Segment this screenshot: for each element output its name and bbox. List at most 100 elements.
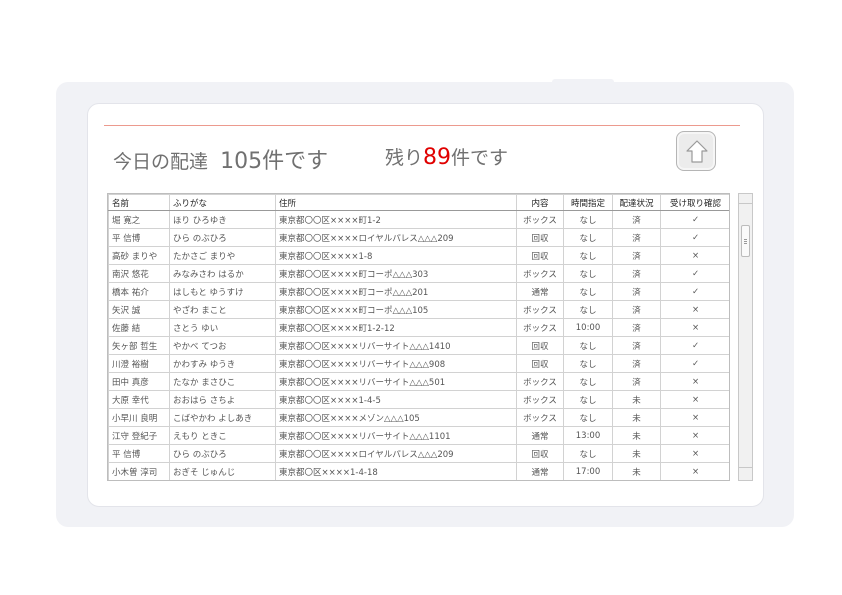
home-button[interactable] — [676, 131, 716, 171]
column-header-content: 内容 — [516, 194, 564, 211]
cell-receipt: × — [660, 390, 729, 409]
cell-address: 東京都〇〇区××××リバーサイト△△△501 — [275, 372, 517, 391]
cell-name: 堀 寛之 — [108, 210, 170, 229]
cell-receipt: ✓ — [660, 228, 729, 247]
cell-content: ボックス — [516, 210, 564, 229]
cell-content: ボックス — [516, 264, 564, 283]
table-row[interactable]: 大原 幸代 おおはら さちよ 東京都〇〇区××××1-4-5 ボックス なし未 × — [108, 390, 729, 409]
cell-content: 回収 — [516, 336, 564, 355]
table-row[interactable]: 小木曽 淳司 おぎそ じゅんじ 東京都〇区××××1-4-18 通常 17:00 未 × — [108, 462, 729, 480]
table-row[interactable]: 高砂 まりや たかさご まりや 東京都〇〇区××××1-8 回収 なし済 × — [108, 246, 729, 265]
cell-time: なし — [563, 210, 613, 229]
table-row[interactable]: 田中 真彦 たなか まさひこ 東京都〇〇区××××リバーサイト△△△501 ボックスな… — [108, 372, 729, 391]
cell-content: 回収 — [516, 228, 564, 247]
table-row[interactable]: 南沢 悠花 みなみさわ はるか 東京都〇〇区××××町コーポ△△△303 ボックス なし… — [108, 264, 729, 283]
cell-time: なし — [563, 372, 613, 391]
cell-time: なし — [563, 228, 613, 247]
cell-receipt: ✓ — [660, 336, 729, 355]
cell-address: 東京都〇〇区××××1-8 — [275, 246, 517, 265]
cell-furigana: みなみさわ はるか — [169, 264, 276, 283]
cell-time: なし — [563, 282, 613, 301]
cell-content: ボックス — [516, 318, 564, 337]
cell-furigana: おおはら さちよ — [169, 390, 276, 409]
cell-receipt: ✓ — [660, 264, 729, 283]
cell-status: 済 — [612, 318, 661, 337]
cell-receipt: × — [660, 408, 729, 427]
cell-content: ボックス — [516, 372, 564, 391]
remaining-label: 残り — [385, 147, 424, 169]
table-row[interactable]: 矢ヶ部 哲生 やかべ てつお 東京都〇〇区××××リバーサイト△△△1410 回収 なし… — [108, 336, 729, 355]
table-header-row: 名前 ふりがな 住所 内容 時間指定 配達状況 受け取り確認 — [108, 194, 729, 211]
cell-name: 南沢 悠花 — [108, 264, 170, 283]
cell-furigana: こばやかわ よしあき — [169, 408, 276, 427]
cell-time: なし — [563, 336, 613, 355]
remaining-count: 89 — [423, 145, 452, 170]
cell-furigana: かわすみ ゆうき — [169, 354, 276, 373]
cell-name: 平 信博 — [108, 444, 170, 463]
remaining-deliveries-text: 残り89件です — [385, 143, 508, 170]
cell-time: なし — [563, 444, 613, 463]
cell-furigana: ひら のぶひろ — [169, 228, 276, 247]
table-row[interactable]: 佐藤 結さとう ゆい 東京都〇〇区××××町1-2-12 ボックス 10:00 済 × — [108, 318, 729, 337]
column-header-address: 住所 — [275, 194, 517, 211]
cell-status: 済 — [612, 210, 661, 229]
cell-receipt: × — [660, 246, 729, 265]
cell-status: 未 — [612, 408, 661, 427]
cell-status: 未 — [612, 390, 661, 409]
table-row[interactable]: 堀 寛之 ほり ひろゆき 東京都〇〇区××××町1-2 ボックス なし済 ✓ — [108, 210, 729, 229]
cell-time: なし — [563, 246, 613, 265]
cell-furigana: やかべ てつお — [169, 336, 276, 355]
cell-address: 東京都〇〇区××××町コーポ△△△105 — [275, 300, 517, 319]
cell-time: なし — [563, 300, 613, 319]
table-row[interactable]: 橋本 祐介 はしもと ゆうすけ 東京都〇〇区××××町コーポ△△△201 通常 なし済 ✓ — [108, 282, 729, 301]
cell-time: 13:00 — [563, 426, 613, 445]
cell-content: 回収 — [516, 354, 564, 373]
column-header-status: 配達状況 — [612, 194, 661, 211]
cell-status: 済 — [612, 300, 661, 319]
cell-furigana: ほり ひろゆき — [169, 210, 276, 229]
table-row[interactable]: 矢沢 誠やざわ まこと 東京都〇〇区××××町コーポ△△△105 ボックス なし済 × — [108, 300, 729, 319]
cell-address: 東京都〇〇区××××町コーポ△△△303 — [275, 264, 517, 283]
table-row[interactable]: 平 信博 ひら のぶひろ 東京都〇〇区××××ロイヤルパレス△△△209 回収 なし未 × — [108, 444, 729, 463]
cell-address: 東京都〇〇区××××町1-2-12 — [275, 318, 517, 337]
cell-content: 回収 — [516, 444, 564, 463]
table-row[interactable]: 小早川 良明 こばやかわ よしあき 東京都〇〇区××××メゾン△△△105 ボックスな… — [108, 408, 729, 427]
cell-name: 矢沢 誠 — [108, 300, 170, 319]
cell-status: 済 — [612, 264, 661, 283]
cell-address: 東京都〇〇区××××リバーサイト△△△1101 — [275, 426, 517, 445]
cell-content: ボックス — [516, 408, 564, 427]
cell-status: 済 — [612, 372, 661, 391]
cell-furigana: ひら のぶひろ — [169, 444, 276, 463]
table-scrollbar[interactable] — [738, 193, 753, 481]
cell-name: 平 信博 — [108, 228, 170, 247]
cell-furigana: えもり ときこ — [169, 426, 276, 445]
cell-address: 東京都〇〇区××××リバーサイト△△△908 — [275, 354, 517, 373]
thumb-grip-line — [744, 239, 747, 240]
scrollbar-thumb[interactable] — [741, 225, 750, 257]
thumb-grip-line — [744, 241, 747, 242]
cell-furigana: やざわ まこと — [169, 300, 276, 319]
scrollbar-bottom-divider — [739, 467, 752, 468]
cell-receipt: × — [660, 300, 729, 319]
table-row[interactable]: 江守 登紀子 えもり ときこ 東京都〇〇区××××リバーサイト△△△1101 通常 13… — [108, 426, 729, 445]
cell-receipt: × — [660, 462, 729, 480]
cell-address: 東京都〇〇区××××メゾン△△△105 — [275, 408, 517, 427]
table-row[interactable]: 川澄 裕樹 かわすみ ゆうき 東京都〇〇区××××リバーサイト△△△908 回収 なし済… — [108, 354, 729, 373]
cell-address: 東京都〇〇区××××町1-2 — [275, 210, 517, 229]
cell-time: なし — [563, 354, 613, 373]
delivery-table-container: 名前 ふりがな 住所 内容 時間指定 配達状況 受け取り確認 堀 寛之 ほり ひろ… — [107, 193, 730, 481]
cell-receipt: ✓ — [660, 282, 729, 301]
cell-address: 東京都〇〇区××××リバーサイト△△△1410 — [275, 336, 517, 355]
cell-furigana: たかさご まりや — [169, 246, 276, 265]
cell-status: 未 — [612, 426, 661, 445]
delivery-table: 名前 ふりがな 住所 内容 時間指定 配達状況 受け取り確認 堀 寛之 ほり ひろ… — [108, 194, 729, 480]
cell-status: 済 — [612, 246, 661, 265]
scrollbar-top-divider — [739, 203, 752, 204]
cell-receipt: × — [660, 426, 729, 445]
cell-status: 済 — [612, 354, 661, 373]
cell-receipt: ✓ — [660, 354, 729, 373]
cell-address: 東京都〇〇区××××ロイヤルパレス△△△209 — [275, 444, 517, 463]
cell-name: 川澄 裕樹 — [108, 354, 170, 373]
table-row[interactable]: 平 信博 ひら のぶひろ 東京都〇〇区××××ロイヤルパレス△△△209 回収 なし済 ✓ — [108, 228, 729, 247]
column-header-receipt: 受け取り確認 — [660, 194, 729, 211]
